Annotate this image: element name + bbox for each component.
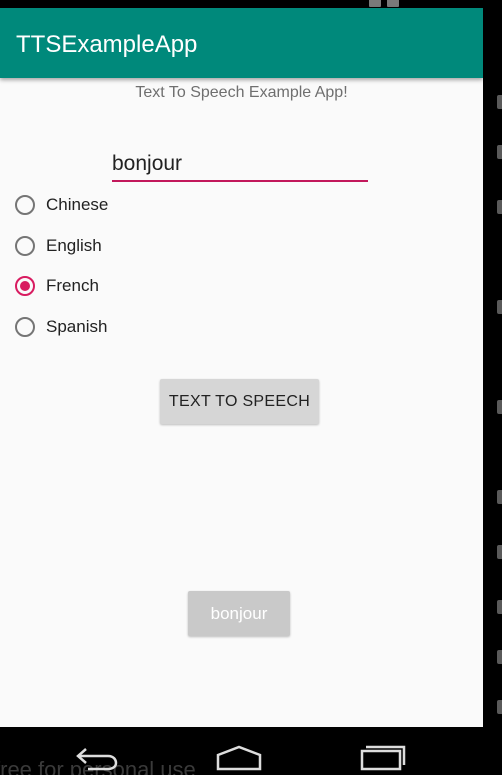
side-glyph [497,600,502,614]
navigation-bar: free for personal use [0,727,483,775]
radio-button-checked-icon[interactable] [15,276,35,296]
radio-button-icon[interactable] [15,236,35,256]
app-title: TTSExampleApp [16,31,198,58]
radio-label: French [46,276,99,295]
home-icon[interactable] [214,745,264,771]
radio-spanish[interactable]: Spanish [14,312,107,342]
radio-chinese[interactable]: Chinese [14,190,108,220]
side-glyph [497,490,502,504]
app-screen: TTSExampleApp Text To Speech Example App… [0,8,483,727]
radio-button-icon[interactable] [15,317,35,337]
side-glyph [497,145,502,159]
side-glyph [497,300,502,314]
status-icons [363,0,413,7]
side-glyph [497,400,502,414]
radio-label: English [46,236,102,255]
radio-english[interactable]: English [14,231,102,261]
radio-label: Spanish [46,317,108,336]
app-bar: TTSExampleApp [0,8,483,78]
signal-icon [369,0,381,7]
side-glyph [497,700,502,714]
side-strip [483,0,502,775]
result-toast[interactable]: bonjour [188,591,290,636]
text-input[interactable] [112,148,368,182]
status-bar [0,0,483,8]
text-to-speech-button[interactable]: TEXT TO SPEECH [160,379,319,424]
back-icon[interactable] [74,745,120,771]
recents-icon[interactable] [358,745,406,771]
side-glyph [497,95,502,109]
radio-label: Chinese [46,195,109,214]
side-glyph [497,545,502,559]
subtitle-text: Text To Speech Example App! [135,84,348,101]
radio-french[interactable]: French [14,271,99,301]
side-glyph [497,650,502,664]
battery-icon [387,0,399,7]
side-glyph [497,200,502,214]
radio-button-icon[interactable] [15,195,35,215]
